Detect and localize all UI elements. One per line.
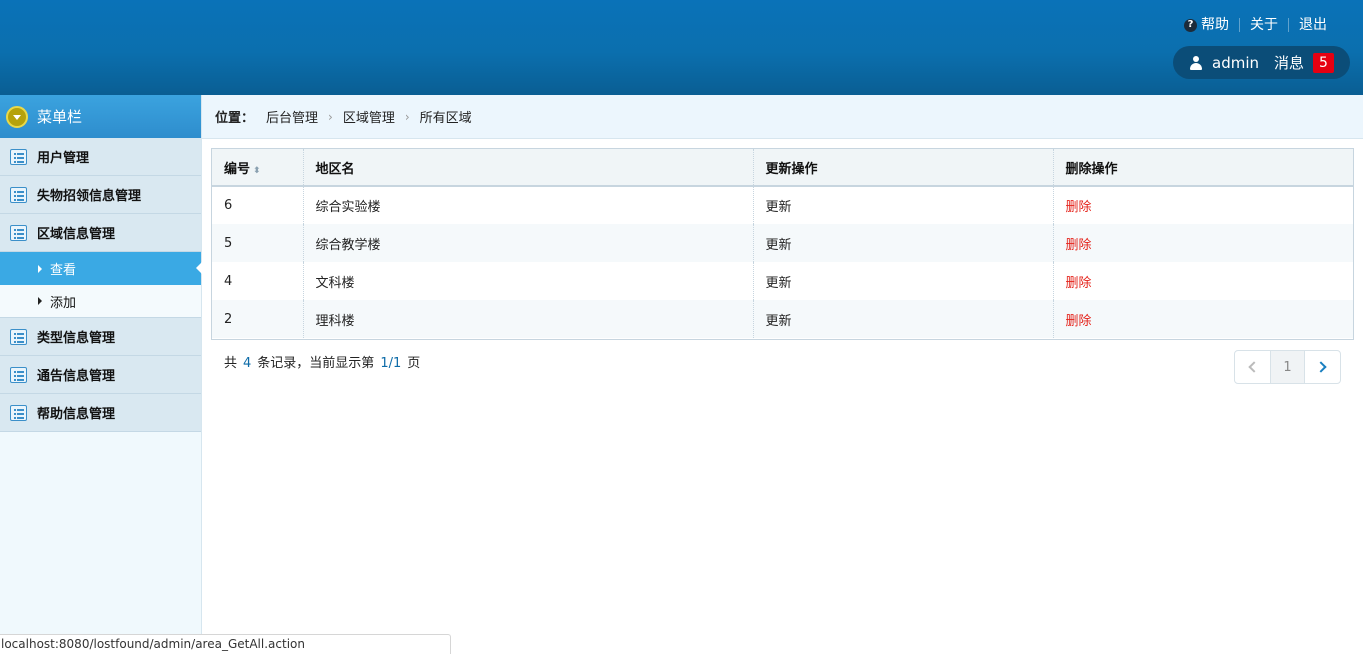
table-row: 6 综合实验楼 更新 删除 [212, 186, 1353, 224]
pagination-info: 共 4 条记录，当前显示第 1/1 页 [224, 352, 420, 371]
pagination-mid: 条记录，当前显示第 [257, 356, 375, 371]
sidebar-subitem-label: 查看 [50, 263, 77, 278]
user-info-box: admin 消息 5 [1173, 46, 1350, 79]
column-header-id[interactable]: 编号 ⬍ [212, 149, 303, 187]
sidebar-item-notices[interactable]: 通告信息管理 [0, 356, 201, 394]
update-link[interactable]: 更新 [766, 238, 792, 253]
sidebar-item-label: 类型信息管理 [37, 331, 116, 346]
table-row: 2 理科楼 更新 删除 [212, 300, 1353, 338]
sidebar-item-label: 失物招领信息管理 [37, 189, 142, 204]
list-icon [10, 404, 27, 421]
table-header-row: 编号 ⬍ 地区名 更新操作 删除操作 [212, 149, 1353, 187]
breadcrumb-item[interactable]: 区域管理 [343, 107, 395, 126]
sidebar-item-users[interactable]: 用户管理 [0, 138, 201, 176]
cell-id: 4 [224, 273, 233, 289]
chevron-right-icon: › [404, 109, 410, 124]
delete-link[interactable]: 删除 [1066, 200, 1092, 215]
cell-id: 5 [212, 224, 303, 262]
update-link[interactable]: 更新 [766, 200, 792, 215]
sidebar-item-types[interactable]: 类型信息管理 [0, 318, 201, 356]
list-icon [10, 224, 27, 241]
user-icon [1189, 55, 1203, 70]
sidebar-title-label: 菜单栏 [37, 108, 83, 126]
delete-link[interactable]: 删除 [1066, 276, 1092, 291]
page-button-1[interactable]: 1 [1270, 351, 1305, 383]
pagination-prefix: 共 [224, 356, 238, 371]
list-icon [10, 328, 27, 345]
update-link[interactable]: 更新 [766, 276, 792, 291]
cell-id: 2 [212, 300, 303, 338]
help-label: 帮助 [1201, 17, 1229, 33]
list-icon [10, 366, 27, 383]
cell-delete: 删除 [1052, 300, 1353, 338]
cell-update: 更新 [752, 300, 1053, 338]
sidebar-title: 菜单栏 [0, 95, 201, 138]
breadcrumb: 位置： 后台管理 › 区域管理 › 所有区域 [202, 95, 1363, 139]
chevron-left-icon [1248, 361, 1260, 373]
sort-icon[interactable]: ⬍ [253, 166, 261, 176]
sidebar-item-label: 通告信息管理 [37, 369, 116, 384]
cell-id: 6 [224, 198, 233, 213]
delete-link[interactable]: 删除 [1066, 238, 1092, 253]
cell-update: 更新 [752, 186, 1053, 224]
sidebar: 菜单栏 用户管理 失物招领信息管理 区域信息管理 查看 添加 类型信息管理 通告… [0, 95, 202, 654]
messages-link[interactable]: 消息 [1274, 52, 1304, 73]
total-count: 4 [243, 356, 252, 371]
sidebar-item-label: 区域信息管理 [37, 227, 116, 242]
sidebar-item-areas[interactable]: 区域信息管理 [0, 214, 201, 252]
breadcrumb-label: 位置： [215, 111, 255, 126]
caret-right-icon [38, 297, 42, 305]
message-count-badge[interactable]: 5 [1313, 52, 1335, 73]
breadcrumb-item[interactable]: 后台管理 [266, 107, 318, 126]
cell-update: 更新 [752, 262, 1053, 300]
logout-link[interactable]: 退出 [1289, 16, 1337, 34]
table-row: 5 综合教学楼 更新 删除 [212, 224, 1353, 262]
sidebar-subitem-view[interactable]: 查看 [0, 252, 202, 285]
menu-toggle-icon[interactable] [6, 105, 28, 128]
list-icon [10, 186, 27, 203]
top-header: ? 帮助 关于 退出 admin 消息 5 [0, 0, 1363, 95]
chevron-right-icon: › [328, 109, 333, 124]
column-header-delete: 删除操作 [1052, 149, 1353, 187]
table-row: 4 文科楼 更新 删除 [212, 262, 1353, 300]
prev-page-button[interactable] [1235, 351, 1270, 383]
sidebar-subitem-label: 添加 [50, 295, 77, 311]
browser-status-bar: localhost:8080/lostfound/admin/area_GetA… [0, 634, 451, 654]
cell-name: 文科楼 [302, 262, 753, 300]
username: admin [1212, 53, 1259, 72]
next-page-button[interactable] [1305, 351, 1340, 383]
cell-delete: 删除 [1052, 224, 1353, 262]
sidebar-subitem-add[interactable]: 添加 [0, 285, 201, 318]
help-link[interactable]: ? 帮助 [1174, 16, 1239, 34]
cell-update: 更新 [752, 224, 1053, 262]
page-indicator: 1/1 [380, 356, 402, 371]
pagination-suffix: 页 [407, 356, 421, 371]
sidebar-item-label: 用户管理 [37, 151, 90, 166]
about-link[interactable]: 关于 [1240, 16, 1288, 34]
column-header-update: 更新操作 [752, 149, 1053, 187]
breadcrumb-item: 所有区域 [419, 111, 472, 126]
cell-name: 理科楼 [302, 300, 753, 338]
cell-delete: 删除 [1052, 186, 1353, 224]
cell-name: 综合教学楼 [302, 224, 753, 262]
update-link[interactable]: 更新 [766, 314, 792, 329]
question-icon: ? [1184, 18, 1197, 32]
column-header-name: 地区名 [302, 149, 753, 187]
top-links: ? 帮助 关于 退出 [1174, 16, 1337, 34]
sidebar-item-lostfound[interactable]: 失物招领信息管理 [0, 176, 201, 214]
pager: 1 [1234, 350, 1341, 384]
list-icon [10, 148, 27, 165]
caret-right-icon [38, 264, 42, 273]
sidebar-item-help[interactable]: 帮助信息管理 [0, 394, 201, 432]
cell-delete: 删除 [1052, 262, 1353, 300]
sidebar-item-label: 帮助信息管理 [37, 407, 116, 422]
area-table: 编号 ⬍ 地区名 更新操作 删除操作 6 综合实验楼 更新 删除 5 综合教学楼 … [211, 148, 1354, 340]
chevron-right-icon [1315, 361, 1327, 373]
cell-name: 综合实验楼 [302, 186, 753, 224]
delete-link[interactable]: 删除 [1066, 314, 1092, 329]
